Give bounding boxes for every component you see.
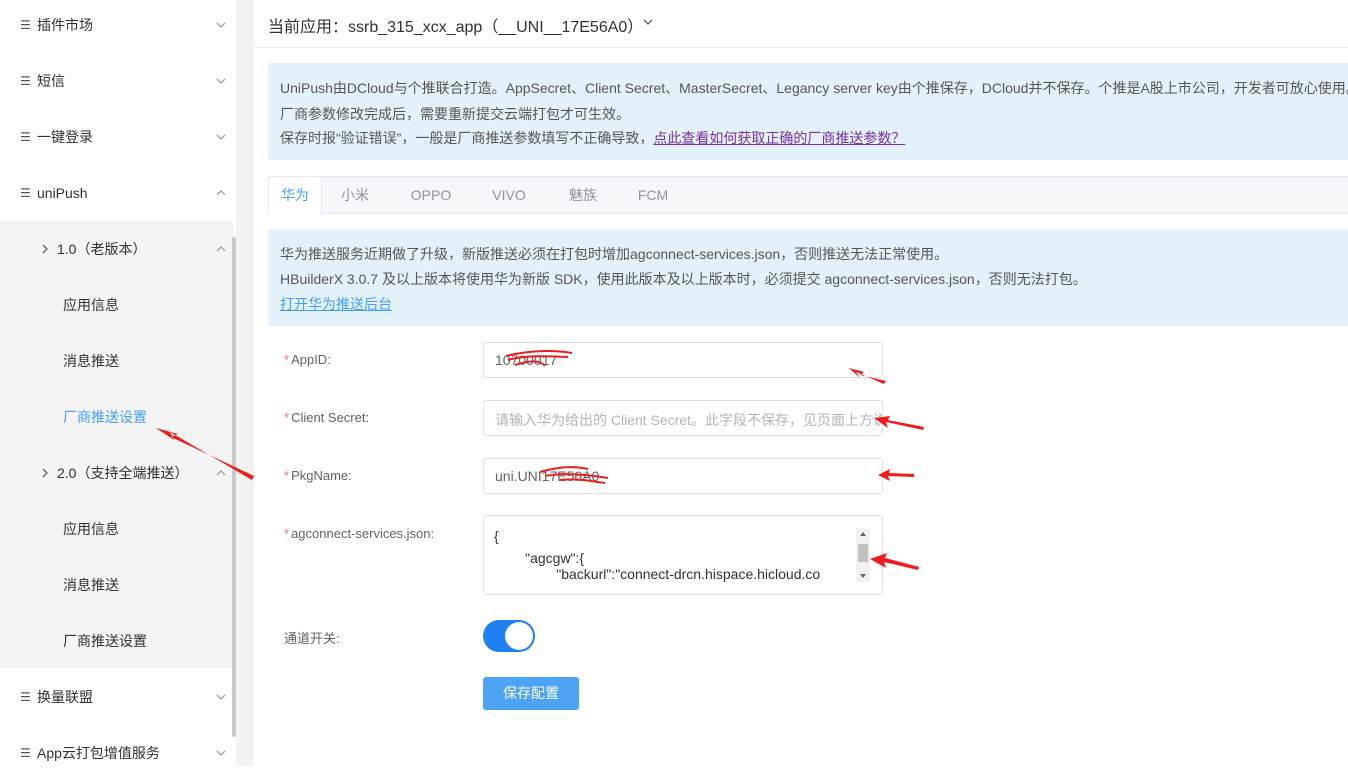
sidebar-item-v2-app-info[interactable]: 应用信息 xyxy=(0,501,234,557)
list-icon: ☰ xyxy=(20,130,31,144)
client-secret-label: * Client Secret: xyxy=(284,410,369,425)
sidebar-item-label: 应用信息 xyxy=(63,297,119,313)
vendor-params-help-link[interactable]: 点此查看如何获取正确的厂商推送参数？ xyxy=(653,130,905,146)
required-mark: * xyxy=(284,410,290,425)
scroll-up-icon[interactable] xyxy=(859,530,867,538)
sidebar-item-label: App云打包增值服务 xyxy=(37,745,160,761)
sidebar-item-label: 厂商推送设置 xyxy=(63,633,147,649)
client-secret-input[interactable]: 请输入华为给出的 Client Secret。此字段不保存，见页面上方说明 xyxy=(483,400,883,436)
arrow-to-pkgname xyxy=(878,469,914,481)
pkgname-value: uni.UNI17E56A0 xyxy=(495,468,600,484)
list-icon: ☰ xyxy=(20,746,31,760)
chevron-down-icon[interactable] xyxy=(642,16,654,28)
client-secret-placeholder: 请输入华为给出的 Client Secret。此字段不保存，见页面上方说明 xyxy=(495,412,883,428)
json-line: "agcgw":{ xyxy=(494,550,585,566)
sidebar-item-label: 短信 xyxy=(37,73,65,89)
list-icon: ☰ xyxy=(20,18,31,32)
channel-switch-toggle[interactable] xyxy=(483,620,535,652)
sidebar-item-label: 换量联盟 xyxy=(37,689,93,705)
required-mark: * xyxy=(284,526,290,541)
sidebar-item-sms[interactable]: ☰ 短信 xyxy=(0,53,234,109)
sidebar-item-label: 插件市场 xyxy=(37,17,93,33)
pkgname-label-text: PkgName: xyxy=(291,468,352,483)
client-secret-label-text: Client Secret: xyxy=(291,410,370,425)
agconnect-label: * agconnect-services.json: xyxy=(284,526,434,541)
sidebar-group-v2[interactable]: 2.0（支持全端推送） xyxy=(0,445,234,501)
sidebar-item-label: 消息推送 xyxy=(63,577,119,593)
sidebar-item-cloud-pack-services[interactable]: ☰ App云打包增值服务 xyxy=(0,725,234,781)
required-mark: * xyxy=(284,352,290,367)
tab-vivo[interactable]: VIVO xyxy=(481,177,537,214)
list-icon: ☰ xyxy=(20,690,31,704)
sidebar-item-plugin-market[interactable]: ☰ 插件市场 xyxy=(0,0,234,53)
pkgname-label: * PkgName: xyxy=(284,468,352,483)
appid-label: * AppID: xyxy=(284,352,331,367)
sidebar-item-v1-app-info[interactable]: 应用信息 xyxy=(0,277,234,333)
sidebar-item-label: 应用信息 xyxy=(63,521,119,537)
notice-line: 厂商参数修改完成后，需要重新提交云端打包才可生效。 xyxy=(280,106,630,122)
current-app-selector[interactable]: 当前应用：ssrb_315_xcx_app（__UNI__17E56A0） xyxy=(268,13,643,37)
tab-meizu[interactable]: 魅族 xyxy=(557,177,609,214)
chevron-up-icon xyxy=(216,470,226,476)
chevron-down-icon xyxy=(216,750,226,756)
sidebar-item-label: 厂商推送设置 xyxy=(63,409,147,425)
app-selector-header: 当前应用：ssrb_315_xcx_app（__UNI__17E56A0） xyxy=(254,0,1348,48)
notice-line: 华为推送服务近期做了升级，新版推送必须在打包时增加agconnect-servi… xyxy=(280,246,949,262)
sidebar-item-v2-message-push[interactable]: 消息推送 xyxy=(0,557,234,613)
sidebar-item-unipush[interactable]: ☰ uniPush xyxy=(0,165,234,221)
sidebar-item-label: 消息推送 xyxy=(63,353,119,369)
list-icon: ☰ xyxy=(20,74,31,88)
chevron-down-icon xyxy=(216,78,226,84)
unipush-notice: UniPush由DCloud与个推联合打造。AppSecret、Client S… xyxy=(268,63,1348,160)
chevron-down-icon xyxy=(216,134,226,140)
notice-line: HBuilderX 3.0.7 及以上版本将使用华为新版 SDK，使用此版本及以… xyxy=(280,271,1087,287)
scroll-down-icon[interactable] xyxy=(859,572,867,580)
scroll-thumb[interactable] xyxy=(858,544,868,562)
notice-text: 保存时报“验证错误”，一般是厂商推送参数填写不正确导致， xyxy=(280,130,654,146)
sidebar-group-label: 2.0（支持全端推送） xyxy=(57,465,189,481)
tab-huawei[interactable]: 华为 xyxy=(269,177,322,215)
sidebar-item-v1-vendor-push-settings[interactable]: 厂商推送设置 xyxy=(0,389,234,445)
agconnect-textarea[interactable]: { "agcgw":{ "backurl":"connect-drcn.hisp… xyxy=(483,515,883,595)
tab-xiaomi[interactable]: 小米 xyxy=(329,177,381,214)
sidebar-item-traffic-alliance[interactable]: ☰ 换量联盟 xyxy=(0,669,234,725)
sidebar-item-one-click-login[interactable]: ☰ 一键登录 xyxy=(0,109,234,165)
required-mark: * xyxy=(284,468,290,483)
list-icon: ☰ xyxy=(20,186,31,200)
textarea-scrollbar[interactable] xyxy=(856,528,870,582)
sidebar: ☰ 插件市场 ☰ 短信 ☰ 一键登录 ☰ uniPush 1.0（老版本） 应用… xyxy=(0,0,234,766)
json-line: "backurl":"connect-drcn.hispace.hicloud.… xyxy=(494,566,821,582)
appid-input[interactable]: 10700017 xyxy=(483,342,883,378)
toggle-knob xyxy=(505,622,533,650)
huawei-push-console-link[interactable]: 打开华为推送后台 xyxy=(280,296,392,312)
chevron-up-icon xyxy=(216,246,226,252)
sidebar-item-label: uniPush xyxy=(37,185,88,201)
chevron-down-icon xyxy=(216,22,226,28)
notice-line: UniPush由DCloud与个推联合打造。AppSecret、Client S… xyxy=(280,80,1348,96)
tab-fcm[interactable]: FCM xyxy=(627,177,679,214)
json-line: { xyxy=(494,528,499,544)
save-config-button[interactable]: 保存配置 xyxy=(483,677,579,710)
channel-switch-label: 通道开关: xyxy=(284,631,340,646)
appid-value: 10700017 xyxy=(495,352,558,368)
sidebar-group-v1[interactable]: 1.0（老版本） xyxy=(0,221,234,277)
sidebar-item-v1-message-push[interactable]: 消息推送 xyxy=(0,333,234,389)
sidebar-item-label: 一键登录 xyxy=(37,129,93,145)
gutter xyxy=(236,0,254,766)
appid-label-text: AppID: xyxy=(291,352,331,367)
chevron-right-icon xyxy=(42,468,48,478)
chevron-up-icon xyxy=(216,190,226,196)
tab-oppo[interactable]: OPPO xyxy=(401,177,461,214)
sidebar-group-label: 1.0（老版本） xyxy=(57,241,147,257)
huawei-notice: 华为推送服务近期做了升级，新版推送必须在打包时增加agconnect-servi… xyxy=(268,229,1348,326)
sidebar-item-v2-vendor-push-settings[interactable]: 厂商推送设置 xyxy=(0,613,234,669)
notice-line: 保存时报“验证错误”，一般是厂商推送参数填写不正确导致，点此查看如何获取正确的厂… xyxy=(280,128,905,148)
chevron-right-icon xyxy=(42,244,48,254)
pkgname-input[interactable]: uni.UNI17E56A0 xyxy=(483,458,883,494)
agconnect-label-text: agconnect-services.json: xyxy=(291,526,435,541)
chevron-down-icon xyxy=(216,694,226,700)
vendor-tabs: 华为 小米 OPPO VIVO 魅族 FCM xyxy=(268,176,1348,215)
